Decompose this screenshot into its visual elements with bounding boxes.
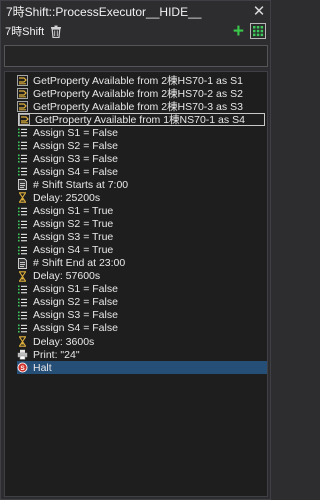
command-list[interactable]: GetProperty Available from 2棟HS70-1 as S… <box>4 71 268 497</box>
print-icon <box>17 349 28 360</box>
list-item[interactable]: GetProperty Available from 1棟NS70-1 as S… <box>18 113 265 127</box>
list-item[interactable]: GetProperty Available from 2棟HS70-2 as S… <box>17 87 267 100</box>
assign-icon <box>17 323 28 334</box>
halt-icon: S <box>17 362 28 373</box>
list-item[interactable]: GetProperty Available from 2棟HS70-1 as S… <box>17 74 267 87</box>
assign-icon <box>17 232 28 243</box>
assign-icon <box>17 153 28 164</box>
list-item-label: Delay: 25200s <box>33 191 101 204</box>
list-item-label: Assign S3 = False <box>33 309 118 322</box>
get-property-icon <box>19 114 30 126</box>
list-item[interactable]: Assign S2 = False <box>17 139 267 152</box>
assign-icon <box>17 245 28 256</box>
list-item[interactable]: GetProperty Available from 2棟HS70-3 as S… <box>17 100 267 113</box>
list-item[interactable]: Assign S3 = False <box>17 309 267 322</box>
list-item[interactable]: Assign S1 = True <box>17 205 267 218</box>
grid-view-icon[interactable] <box>250 23 266 39</box>
list-item-label: Assign S3 = False <box>33 152 118 165</box>
get-property-icon <box>17 88 28 99</box>
command-input[interactable] <box>4 45 268 67</box>
get-property-icon <box>17 75 28 86</box>
add-button[interactable]: + <box>233 22 244 41</box>
assign-icon <box>17 127 28 138</box>
list-item[interactable]: Delay: 25200s <box>17 191 267 204</box>
list-item-label: Print: "24" <box>33 348 80 361</box>
window-title: 7時Shift::ProcessExecutor__HIDE__ <box>6 4 202 19</box>
list-item-label: # Shift Starts at 7:00 <box>33 178 129 191</box>
list-item[interactable]: Assign S1 = False <box>17 126 267 139</box>
list-item-label: Assign S2 = False <box>33 296 118 309</box>
list-item-label: Assign S1 = False <box>33 283 118 296</box>
toolbar-label: 7時Shift <box>5 26 45 38</box>
list-item-label: Assign S2 = False <box>33 139 118 152</box>
list-item[interactable]: Print: "24" <box>17 348 267 361</box>
svg-text:S: S <box>20 365 25 372</box>
list-item[interactable]: # Shift Starts at 7:00 <box>17 178 267 191</box>
list-item[interactable]: Delay: 3600s <box>17 335 267 348</box>
assign-icon <box>17 310 28 321</box>
assign-icon <box>17 219 28 230</box>
toolbar: 7時Shift + <box>1 21 270 41</box>
comment-icon <box>17 257 28 269</box>
get-property-icon <box>17 101 28 112</box>
list-item-label: GetProperty Available from 1棟NS70-1 as S… <box>35 114 245 127</box>
delay-icon <box>17 192 28 204</box>
list-item-label: Delay: 3600s <box>33 335 95 348</box>
list-item-label: Assign S4 = False <box>33 165 118 178</box>
list-item[interactable]: Assign S4 = True <box>17 244 267 257</box>
assign-icon <box>17 140 28 151</box>
list-item[interactable]: Delay: 57600s <box>17 270 267 283</box>
list-item-label: Delay: 57600s <box>33 270 101 283</box>
list-item-label: Assign S3 = True <box>33 231 114 244</box>
process-executor-window: 7時Shift::ProcessExecutor__HIDE__ ✕ 7時Shi… <box>0 0 271 500</box>
assign-icon <box>17 284 28 295</box>
list-item[interactable]: Assign S2 = False <box>17 296 267 309</box>
list-item[interactable]: # Shift End at 23:00 <box>17 257 267 270</box>
list-item-label: Halt <box>33 361 52 374</box>
list-item[interactable]: Assign S3 = False <box>17 152 267 165</box>
list-item-label: Assign S4 = True <box>33 244 114 257</box>
assign-icon <box>17 166 28 177</box>
list-item-label: # Shift End at 23:00 <box>33 257 126 270</box>
list-item[interactable]: Assign S2 = True <box>17 218 267 231</box>
title-bar: 7時Shift::ProcessExecutor__HIDE__ ✕ <box>1 1 270 21</box>
list-item-selected[interactable]: S Halt <box>17 361 267 375</box>
list-item-label: Assign S1 = False <box>33 126 118 139</box>
trash-icon[interactable] <box>50 25 62 38</box>
assign-icon <box>17 297 28 308</box>
list-item-label: Assign S1 = True <box>33 205 114 217</box>
comment-icon <box>17 179 28 191</box>
close-icon[interactable]: ✕ <box>252 4 266 19</box>
delay-icon <box>17 336 28 347</box>
list-item[interactable]: Assign S4 = False <box>17 322 267 335</box>
list-item-label: Assign S4 = False <box>33 322 118 335</box>
list-item[interactable]: Assign S1 = False <box>17 283 267 296</box>
list-item[interactable]: Assign S4 = False <box>17 165 267 178</box>
list-item-label: Assign S2 = True <box>33 218 114 231</box>
list-item[interactable]: Assign S3 = True <box>17 231 267 244</box>
assign-icon <box>17 206 28 217</box>
delay-icon <box>17 271 28 282</box>
